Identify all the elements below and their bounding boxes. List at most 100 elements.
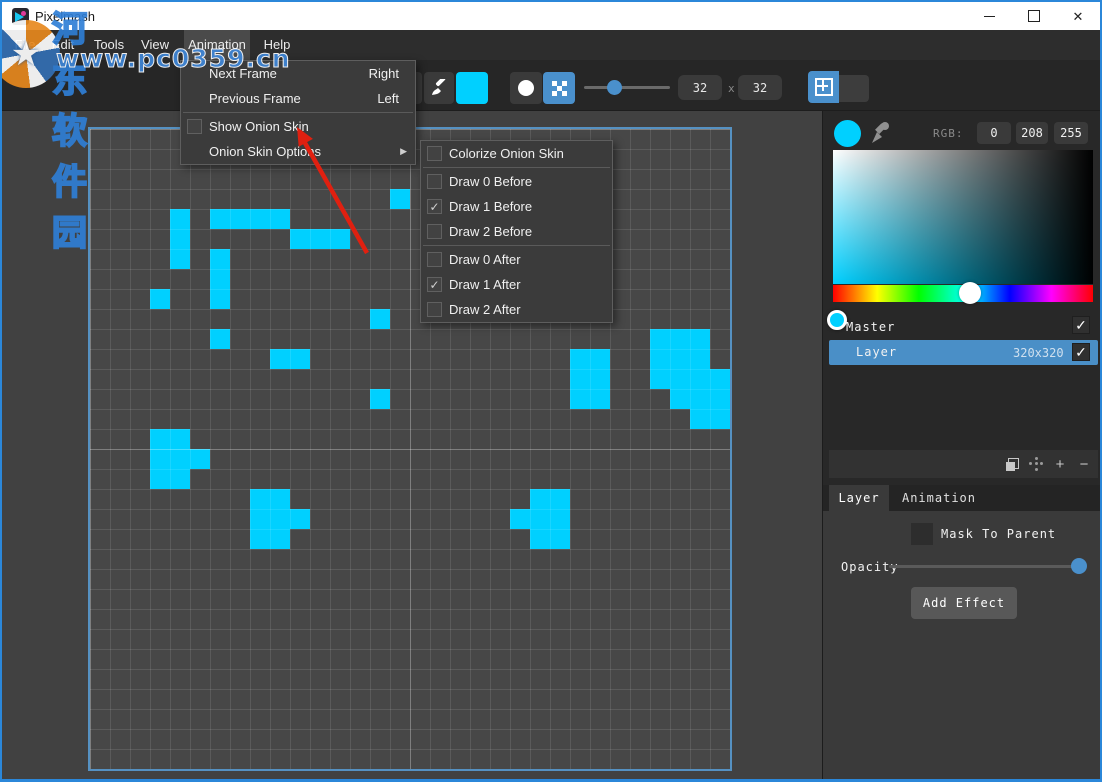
checkbox[interactable]: ✓	[427, 199, 442, 214]
pixel-cell	[250, 209, 270, 229]
menu-item-draw-0-after[interactable]: Draw 0 After	[421, 247, 612, 272]
checkbox[interactable]	[427, 252, 442, 267]
pixel-canvas[interactable]	[88, 127, 732, 771]
checkbox[interactable]	[187, 119, 202, 134]
pixel-cell	[690, 409, 710, 429]
pixel-cell	[690, 389, 710, 409]
pixel-cell	[530, 489, 550, 509]
grid-toggle-button[interactable]	[808, 71, 839, 103]
menu-item-onion-skin-options[interactable]: Onion Skin Options▶	[181, 139, 415, 164]
canvas-width-field[interactable]: 32	[678, 75, 722, 100]
menu-item-next-frame[interactable]: Next FrameRight	[181, 61, 415, 86]
pixel-cell	[330, 229, 350, 249]
brush-size-slider[interactable]	[584, 86, 670, 89]
pixel-cell	[150, 449, 170, 469]
menu-item-label: Previous Frame	[209, 91, 377, 106]
menu-item-colorize-onion-skin[interactable]: Colorize Onion Skin	[421, 141, 612, 166]
onion-skin-submenu: Colorize Onion SkinDraw 0 Before✓Draw 1 …	[420, 140, 613, 323]
brush-tool-button[interactable]	[424, 72, 454, 104]
right-panel: RGB: 0 208 255 Master ✓ Layer 320x320 ✓ …	[822, 110, 1100, 782]
saturation-value-picker[interactable]	[833, 150, 1093, 284]
pixel-cell	[550, 489, 570, 509]
minimize-button[interactable]	[969, 2, 1009, 30]
pixel-cell	[650, 329, 670, 349]
menubar-item-animation[interactable]: Animation	[184, 30, 250, 60]
canvas-height-field[interactable]: 32	[738, 75, 782, 100]
close-icon: ✕	[1073, 10, 1084, 23]
pixel-cell	[530, 529, 550, 549]
tab-layer[interactable]: Layer	[829, 485, 889, 511]
layer-row[interactable]: Layer 320x320 ✓	[829, 340, 1098, 365]
app-icon	[12, 8, 29, 25]
layer-tab-content: Mask To Parent Opacity Add Effect	[823, 511, 1101, 782]
window-border-left	[0, 0, 2, 782]
sv-selector[interactable]	[827, 310, 847, 330]
checkbox[interactable]	[427, 146, 442, 161]
menu-item-previous-frame[interactable]: Previous FrameLeft	[181, 86, 415, 111]
rgb-r-field[interactable]: 0	[977, 122, 1011, 144]
pixel-cell	[570, 369, 590, 389]
menu-item-draw-2-before[interactable]: Draw 2 Before	[421, 219, 612, 244]
hue-selector[interactable]	[959, 282, 981, 304]
menubar-item-tools[interactable]: Tools	[90, 30, 128, 60]
pixel-brush-button[interactable]	[543, 72, 575, 104]
layer-size: 320x320	[1013, 346, 1064, 360]
master-visibility-checkbox[interactable]: ✓	[1072, 316, 1090, 334]
menubar-item-edit[interactable]: Edit	[48, 30, 78, 60]
brush-size-slider-knob[interactable]	[607, 80, 622, 95]
pixel-cell	[670, 369, 690, 389]
rgb-g-field[interactable]: 208	[1016, 122, 1048, 144]
menubar-item-file[interactable]: File	[10, 30, 40, 60]
pixel-cell	[570, 389, 590, 409]
grid-option-button[interactable]	[839, 75, 869, 102]
add-layer-button[interactable]: +	[1049, 453, 1071, 475]
menu-item-draw-1-before[interactable]: ✓Draw 1 Before	[421, 194, 612, 219]
maximize-button[interactable]	[1014, 2, 1054, 30]
pixel-cell	[710, 369, 730, 389]
opacity-slider[interactable]	[889, 565, 1085, 568]
pixel-cell	[690, 349, 710, 369]
pixel-cell	[170, 469, 190, 489]
mask-to-parent-label: Mask To Parent	[941, 527, 1056, 541]
mask-to-parent-checkbox[interactable]	[911, 523, 933, 545]
menu-item-show-onion-skin[interactable]: Show Onion Skin	[181, 114, 415, 139]
checkbox[interactable]	[427, 224, 442, 239]
circle-brush-button[interactable]	[510, 72, 542, 104]
duplicate-icon	[1006, 458, 1019, 471]
pixel-cell	[150, 469, 170, 489]
eyedropper-icon[interactable]	[869, 120, 891, 146]
menu-item-draw-1-after[interactable]: ✓Draw 1 After	[421, 272, 612, 297]
pixel-cell	[230, 209, 250, 229]
checkbox[interactable]: ✓	[427, 277, 442, 292]
duplicate-layer-button[interactable]	[1001, 453, 1023, 475]
layer-visibility-checkbox[interactable]: ✓	[1072, 343, 1090, 361]
toolbar: 32 x 32	[2, 60, 1100, 111]
inspector-tabbar: Layer Animation	[823, 485, 1101, 511]
tab-animation[interactable]: Animation	[889, 485, 989, 511]
menubar-item-help[interactable]: Help	[258, 30, 296, 60]
pixel-cell	[270, 489, 290, 509]
menubar-item-view[interactable]: View	[136, 30, 174, 60]
menu-item-draw-2-after[interactable]: Draw 2 After	[421, 297, 612, 322]
pixel-cell	[310, 229, 330, 249]
checkbox[interactable]	[427, 174, 442, 189]
menu-item-label: Draw 2 Before	[449, 224, 612, 239]
current-color-swatch[interactable]	[834, 120, 861, 147]
move-layer-button[interactable]	[1025, 453, 1047, 475]
pixel-cell	[150, 289, 170, 309]
master-layer-label[interactable]: Master	[846, 320, 895, 334]
pixel-cell	[290, 509, 310, 529]
pixel-cell	[270, 349, 290, 369]
add-effect-button[interactable]: Add Effect	[911, 587, 1017, 619]
circle-brush-icon	[518, 80, 534, 96]
remove-layer-button[interactable]: −	[1073, 453, 1095, 475]
menu-item-draw-0-before[interactable]: Draw 0 Before	[421, 169, 612, 194]
color-swatch-button[interactable]	[456, 72, 488, 104]
pixel-cell	[170, 429, 190, 449]
menu-item-label: Draw 2 After	[449, 302, 612, 317]
opacity-slider-knob[interactable]	[1071, 558, 1087, 574]
menu-item-shortcut: Right	[369, 66, 399, 81]
close-button[interactable]: ✕	[1058, 2, 1098, 30]
rgb-b-field[interactable]: 255	[1054, 122, 1088, 144]
checkbox[interactable]	[427, 302, 442, 317]
